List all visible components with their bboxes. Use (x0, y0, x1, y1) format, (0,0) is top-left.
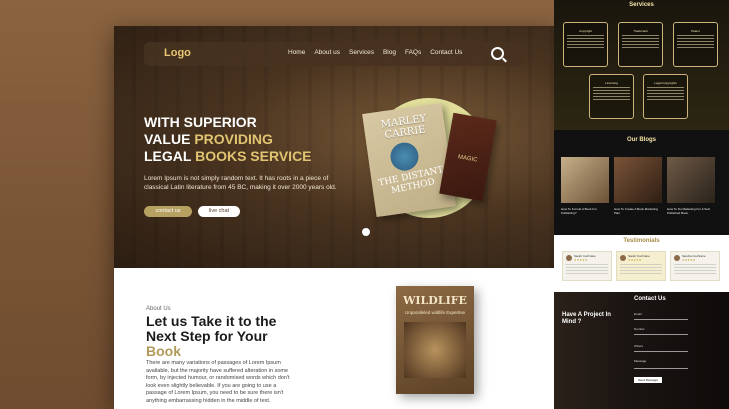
nav-home[interactable]: Home (288, 49, 305, 56)
nav-contact[interactable]: Contact Us (430, 49, 462, 56)
others-label: Others (634, 344, 644, 348)
about-section: About Us Let us Take it to the Next Step… (114, 268, 554, 409)
service-card-text (622, 35, 659, 49)
number-label: Number (634, 327, 645, 331)
globe-illustration (388, 140, 421, 173)
blogs-section: Our Blogs How To Format A Book For Publi… (554, 135, 729, 230)
testimonial-text (620, 264, 662, 276)
service-card[interactable]: Legal Copyrights (643, 74, 688, 119)
headline-line-2: VALUE PROVIDING (144, 131, 364, 148)
service-card-text (567, 35, 604, 49)
book-author: MARLEY CARRIE (380, 113, 427, 142)
headline-word: LEGAL (144, 148, 196, 164)
book-subtitle: Unparalleled wildlife Expertise (404, 310, 466, 315)
testimonial-card: Sandra Cochrane ★★★★★ (670, 251, 720, 281)
testimonial-text (566, 264, 608, 276)
service-card-title: Licensing (605, 81, 618, 85)
contact-section: Have A Project In Mind ? Contact Us Emai… (554, 292, 729, 409)
about-heading: Let us Take it to the Next Step for Your… (146, 314, 306, 359)
blog-image (561, 157, 609, 203)
nav-blog[interactable]: Blog (383, 49, 396, 56)
nav-links: Home About us Services Blog FAQs Contact… (288, 49, 462, 56)
service-card-text (647, 87, 684, 101)
nav-faqs[interactable]: FAQs (405, 49, 421, 56)
about-heading-line: Let us Take it to the (146, 313, 277, 329)
message-field[interactable] (634, 368, 688, 369)
star-rating-icon: ★★★★★ (628, 258, 642, 262)
service-card-title: Copyright (579, 29, 592, 33)
service-card[interactable]: Licensing (589, 74, 634, 119)
send-message-button[interactable]: Send Message (634, 377, 662, 383)
services-section: Services Copyright Trademark Patent Lice… (554, 0, 729, 130)
service-card-title: Patent (691, 29, 700, 33)
testimonials-section: Testimonials Sarah Cochrane ★★★★★ Sarah C… (554, 235, 729, 292)
service-card-text (593, 87, 630, 101)
about-heading-highlight: Book (146, 343, 181, 359)
headline-line-3: LEGAL BOOKS SERVICE (144, 148, 364, 165)
book-title: WILDLIFE (403, 294, 467, 307)
book-title: MAGIC (457, 154, 478, 164)
hero-headline: WITH SUPERIOR VALUE PROVIDING LEGAL BOOK… (144, 114, 364, 165)
search-icon[interactable] (491, 47, 504, 60)
blog-image (614, 157, 662, 203)
navbar: Logo Home About us Services Blog FAQs Co… (144, 42, 524, 66)
services-title: Services (629, 2, 654, 8)
service-card[interactable]: Copyright (563, 22, 608, 67)
blog-card[interactable]: How To Do Marketing For A Self-Published… (667, 157, 715, 215)
avatar (566, 255, 572, 261)
others-field[interactable] (634, 351, 688, 352)
contact-title: Contact Us (634, 296, 666, 302)
blog-image (667, 157, 715, 203)
service-card[interactable]: Trademark (618, 22, 663, 67)
service-card[interactable]: Patent (673, 22, 718, 67)
testimonial-card: Sarah Cochrane ★★★★★ (616, 251, 666, 281)
testimonial-card: Sarah Cochrane ★★★★★ (562, 251, 612, 281)
blog-caption: How To Format A Book For Publishing? (561, 207, 597, 215)
service-card-text (677, 35, 714, 49)
preview-panel: Services Copyright Trademark Patent Lice… (554, 0, 729, 409)
nav-services[interactable]: Services (349, 49, 374, 56)
logo[interactable]: Logo (164, 47, 191, 59)
book-title: THE DISTANT METHOD (377, 165, 445, 197)
headline-highlight: BOOKS SERVICE (195, 148, 312, 164)
wildlife-book: WILDLIFE Unparalleled wildlife Expertise (396, 286, 474, 394)
avatar (620, 255, 626, 261)
service-card-title: Legal Copyrights (654, 81, 677, 85)
contact-heading: Have A Project In Mind ? (562, 312, 611, 325)
slider-dot[interactable] (362, 228, 370, 236)
star-rating-icon: ★★★★★ (682, 258, 696, 262)
landing-page-mockup: Logo Home About us Services Blog FAQs Co… (114, 26, 554, 409)
hero-lead-text: Lorem Ipsum is not simply random text. I… (144, 175, 337, 191)
blog-card[interactable]: How To Create A Book Marketing Plan (614, 157, 662, 215)
contact-us-button[interactable]: contact us (144, 206, 192, 217)
headline-highlight: PROVIDING (194, 131, 273, 147)
leopard-illustration (404, 322, 466, 378)
headline-word: VALUE (144, 131, 195, 147)
blog-caption: How To Create A Book Marketing Plan (614, 207, 658, 215)
book-cover-distant-method: MARLEY CARRIE THE DISTANT METHOD (362, 102, 456, 218)
testimonial-text (674, 264, 716, 276)
hero-section: Logo Home About us Services Blog FAQs Co… (114, 26, 554, 268)
about-heading-line: Next Step for Your (146, 328, 268, 344)
headline-line-1: WITH SUPERIOR (144, 114, 257, 130)
blog-caption: How To Do Marketing For A Self-Published… (667, 207, 711, 215)
message-label: Message (634, 359, 647, 363)
email-field[interactable] (634, 319, 688, 320)
live-chat-button[interactable]: live chat (198, 206, 240, 217)
about-paragraph: There are many variations of passages of… (146, 360, 290, 404)
number-field[interactable] (634, 334, 688, 335)
star-rating-icon: ★★★★★ (574, 258, 588, 262)
about-tag: About Us (146, 306, 171, 312)
service-card-title: Trademark (633, 29, 648, 33)
blogs-title: Our Blogs (626, 137, 656, 143)
nav-about[interactable]: About us (314, 49, 340, 56)
email-label: Email (634, 312, 642, 316)
avatar (674, 255, 680, 261)
testimonials-title: Testimonials (623, 238, 660, 244)
blog-card[interactable]: How To Format A Book For Publishing? (561, 157, 609, 215)
